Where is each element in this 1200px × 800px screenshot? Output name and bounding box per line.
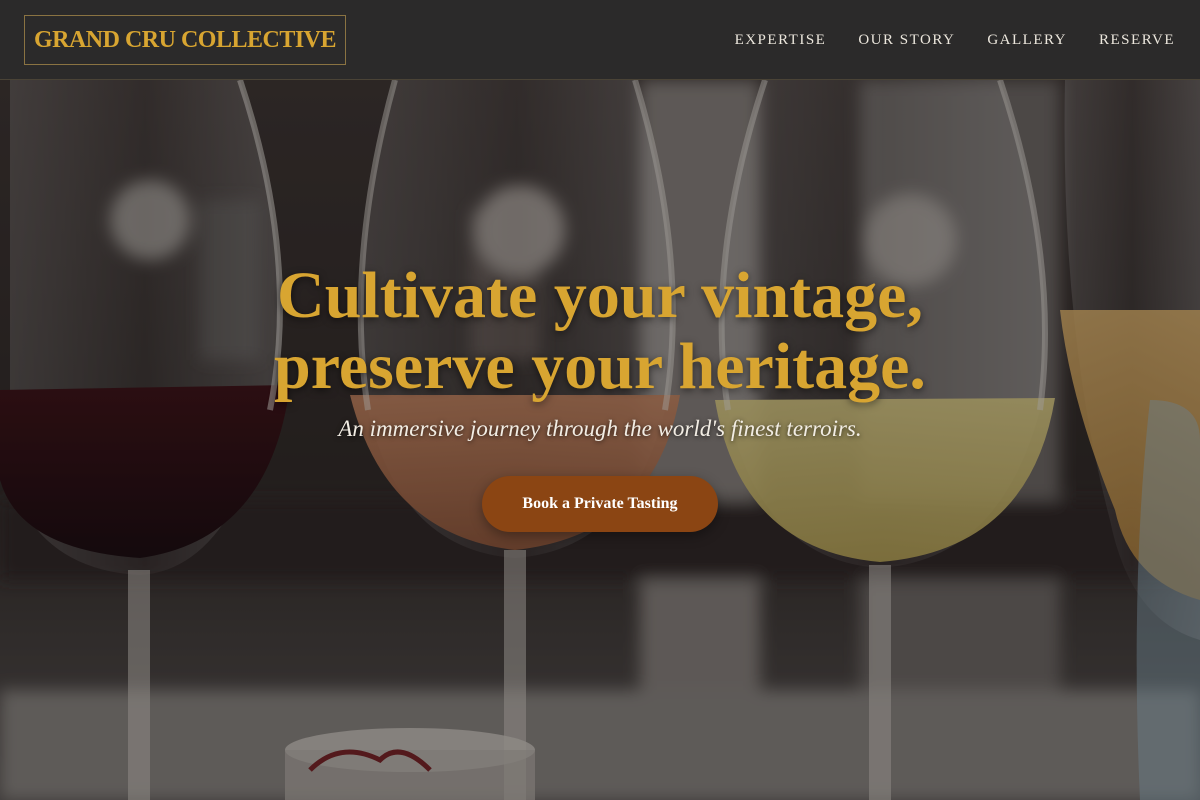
hero-subtitle: An immersive journey through the world's… (338, 416, 862, 441)
brand-logo[interactable]: GRAND CRU COLLECTIVE (24, 15, 346, 65)
nav-link-reserve[interactable]: RESERVE (1099, 32, 1175, 49)
hero-headline-line-2: preserve your heritage. (274, 330, 926, 403)
hero-content: Cultivate your vintage, preserve your he… (0, 260, 1200, 532)
nav-link-gallery[interactable]: GALLERY (987, 32, 1067, 49)
nav-link-expertise[interactable]: EXPERTISE (735, 32, 827, 49)
book-tasting-button[interactable]: Book a Private Tasting (482, 476, 718, 532)
hero-headline: Cultivate your vintage, preserve your he… (0, 260, 1200, 402)
nav-link-our-story[interactable]: OUR STORY (858, 32, 955, 49)
brand-name: GRAND CRU COLLECTIVE (33, 26, 337, 53)
main-nav: EXPERTISE OUR STORY GALLERY RESERVE (735, 0, 1175, 80)
hero-section: Cultivate your vintage, preserve your he… (0, 80, 1200, 800)
hero-headline-line-1: Cultivate your vintage, (277, 259, 923, 332)
site-header: GRAND CRU COLLECTIVE EXPERTISE OUR STORY… (0, 0, 1200, 80)
